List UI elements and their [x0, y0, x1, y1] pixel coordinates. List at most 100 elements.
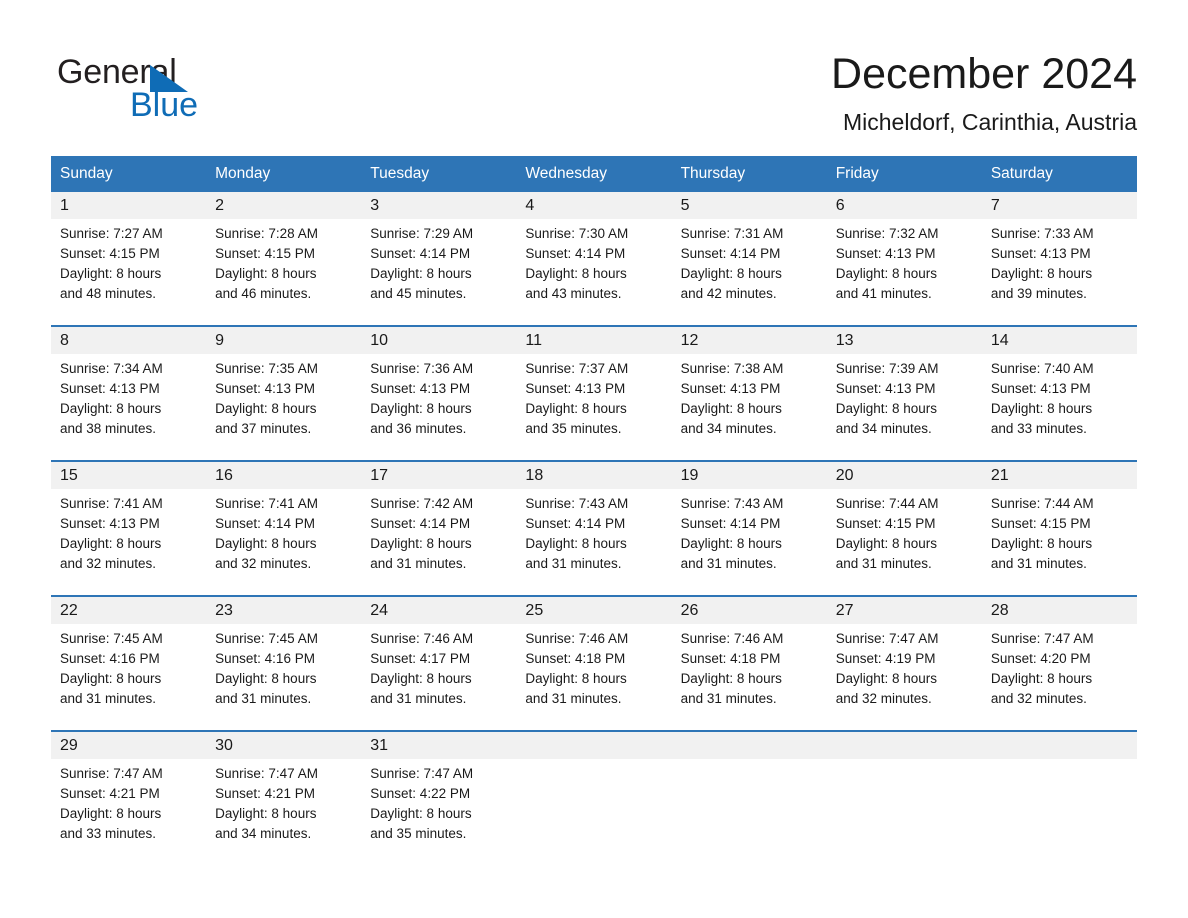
calendar-day-cell[interactable]: 16 Sunrise: 7:41 AM Sunset: 4:14 PM Dayligh…: [206, 460, 362, 596]
calendar-day-cell[interactable]: 22 Sunrise: 7:45 AM Sunset: 4:16 PM Dayligh…: [51, 595, 207, 731]
daylight-text-line1: Daylight: 8 hours: [835, 266, 938, 281]
day-details: Sunrise: 7:47 AM Sunset: 4:21 PM Daylight:…: [51, 759, 206, 844]
day-details: Sunrise: 7:37 AM Sunset: 4:13 PM Daylight:…: [516, 354, 671, 439]
sunrise-text: Sunrise: 7:47 AM: [215, 766, 318, 781]
calendar-day-cell[interactable]: 19 Sunrise: 7:43 AM Sunset: 4:14 PM Dayligh…: [671, 460, 827, 596]
day-number: 31: [361, 732, 517, 759]
calendar-day-cell[interactable]: 2 Sunrise: 7:28 AM Sunset: 4:15 PM Daylight…: [206, 192, 362, 326]
day-details: Sunrise: 7:36 AM Sunset: 4:13 PM Daylight:…: [361, 354, 516, 439]
day-details: Sunrise: 7:28 AM Sunset: 4:15 PM Daylight:…: [206, 219, 361, 304]
sunrise-text: Sunrise: 7:34 AM: [60, 361, 163, 376]
sunset-text: Sunset: 4:14 PM: [680, 246, 781, 261]
calendar-day-cell[interactable]: 7 Sunrise: 7:33 AM Sunset: 4:13 PM Daylight…: [981, 192, 1137, 326]
title-block: December 2024 Micheldorf, Carinthia, Aus…: [831, 48, 1137, 136]
sunset-text: Sunset: 4:15 PM: [60, 246, 160, 261]
location-subtitle: Micheldorf, Carinthia, Austria: [842, 109, 1137, 135]
daylight-text-line2: and 43 minutes.: [525, 286, 622, 301]
day-number: 1: [51, 192, 207, 219]
day-details: Sunrise: 7:44 AM Sunset: 4:15 PM Daylight:…: [982, 489, 1137, 574]
day-details: Sunrise: 7:34 AM Sunset: 4:13 PM Daylight:…: [51, 354, 206, 439]
daylight-text-line2: and 41 minutes.: [835, 286, 932, 301]
day-details: Sunrise: 7:43 AM Sunset: 4:14 PM Daylight:…: [516, 489, 671, 574]
sunset-text: Sunset: 4:18 PM: [680, 651, 781, 666]
calendar-day-cell[interactable]: 25 Sunrise: 7:46 AM Sunset: 4:18 PM Dayligh…: [516, 595, 672, 731]
day-details: Sunrise: 7:41 AM Sunset: 4:14 PM Daylight:…: [206, 489, 361, 574]
calendar-day-cell[interactable]: 27 Sunrise: 7:47 AM Sunset: 4:19 PM Dayligh…: [826, 595, 982, 731]
day-cell-inner: 9 Sunrise: 7:35 AM Sunset: 4:13 PM Daylight…: [206, 327, 362, 460]
daylight-text-line2: and 45 minutes.: [370, 286, 467, 301]
day-number: 20: [826, 462, 982, 489]
sunrise-text: Sunrise: 7:45 AM: [215, 631, 318, 646]
daylight-text-line1: Daylight: 8 hours: [215, 536, 317, 551]
calendar-day-cell[interactable]: 24 Sunrise: 7:46 AM Sunset: 4:17 PM Dayligh…: [361, 595, 517, 731]
calendar-day-cell[interactable]: 9 Sunrise: 7:35 AM Sunset: 4:13 PM Daylight…: [206, 325, 362, 461]
calendar-empty-cell: [516, 730, 672, 865]
calendar-day-cell[interactable]: 12 Sunrise: 7:38 AM Sunset: 4:13 PM Dayligh…: [671, 325, 827, 461]
sunset-text: Sunset: 4:18 PM: [525, 651, 626, 666]
day-number: 8: [51, 327, 207, 354]
calendar-day-cell[interactable]: 1 Sunrise: 7:27 AM Sunset: 4:15 PM Daylight…: [51, 192, 207, 326]
daylight-text-line2: and 31 minutes.: [525, 691, 622, 706]
calendar-day-cell[interactable]: 13 Sunrise: 7:39 AM Sunset: 4:13 PM Dayligh…: [826, 325, 982, 461]
daylight-text-line1: Daylight: 8 hours: [835, 401, 938, 416]
sunrise-text: Sunrise: 7:47 AM: [835, 631, 939, 646]
day-cell-inner: 17 Sunrise: 7:42 AM Sunset: 4:14 PM Dayligh…: [361, 462, 517, 595]
day-details: [516, 759, 671, 764]
day-cell-inner: 21 Sunrise: 7:44 AM Sunset: 4:15 PM Dayligh…: [981, 462, 1137, 595]
daylight-text-line2: and 31 minutes.: [60, 691, 157, 706]
calendar-day-cell[interactable]: 5 Sunrise: 7:31 AM Sunset: 4:14 PM Daylight…: [671, 192, 827, 326]
day-number: [671, 732, 827, 759]
calendar-day-cell[interactable]: 15 Sunrise: 7:41 AM Sunset: 4:13 PM Dayligh…: [51, 460, 207, 596]
calendar-day-cell[interactable]: 21 Sunrise: 7:44 AM Sunset: 4:15 PM Dayligh…: [981, 460, 1137, 596]
day-details: Sunrise: 7:41 AM Sunset: 4:13 PM Daylight:…: [51, 489, 206, 574]
calendar-day-cell[interactable]: 28 Sunrise: 7:47 AM Sunset: 4:20 PM Dayligh…: [981, 595, 1137, 731]
day-cell-inner: 14 Sunrise: 7:40 AM Sunset: 4:13 PM Dayligh…: [981, 327, 1137, 460]
sunset-text: Sunset: 4:22 PM: [370, 786, 471, 801]
daylight-text-line2: and 48 minutes.: [60, 286, 157, 301]
daylight-text-line1: Daylight: 8 hours: [60, 806, 162, 821]
calendar-day-cell[interactable]: 29 Sunrise: 7:47 AM Sunset: 4:21 PM Dayligh…: [51, 730, 207, 865]
day-number: 22: [51, 597, 207, 624]
daylight-text-line2: and 31 minutes.: [525, 556, 622, 571]
calendar-day-cell[interactable]: 6 Sunrise: 7:32 AM Sunset: 4:13 PM Daylight…: [826, 192, 982, 326]
sunset-text: Sunset: 4:14 PM: [525, 246, 626, 261]
day-details: Sunrise: 7:31 AM Sunset: 4:14 PM Daylight:…: [672, 219, 827, 304]
sunrise-text: Sunrise: 7:45 AM: [60, 631, 163, 646]
calendar-day-cell[interactable]: 3 Sunrise: 7:29 AM Sunset: 4:14 PM Daylight…: [361, 192, 517, 326]
calendar-day-cell[interactable]: 18 Sunrise: 7:43 AM Sunset: 4:14 PM Dayligh…: [516, 460, 672, 596]
daylight-text-line1: Daylight: 8 hours: [990, 536, 1093, 551]
calendar-week-row: 22 Sunrise: 7:45 AM Sunset: 4:16 PM Dayligh…: [51, 595, 1137, 731]
day-number: 29: [51, 732, 207, 759]
day-number: [826, 732, 982, 759]
calendar-day-cell[interactable]: 11 Sunrise: 7:37 AM Sunset: 4:13 PM Dayligh…: [516, 325, 672, 461]
sunset-text: Sunset: 4:13 PM: [835, 246, 936, 261]
day-number: 13: [826, 327, 982, 354]
calendar-table: Sunday Monday Tuesday Wednesday Thursday…: [51, 156, 1137, 865]
calendar-day-cell[interactable]: 30 Sunrise: 7:47 AM Sunset: 4:21 PM Dayligh…: [206, 730, 362, 865]
general-blue-logo[interactable]: General Blue: [57, 52, 357, 124]
day-cell-inner: 16 Sunrise: 7:41 AM Sunset: 4:14 PM Dayligh…: [206, 462, 362, 595]
day-number: 19: [671, 462, 827, 489]
calendar-day-cell[interactable]: 26 Sunrise: 7:46 AM Sunset: 4:18 PM Dayligh…: [671, 595, 827, 731]
daylight-text-line2: and 31 minutes.: [370, 556, 467, 571]
calendar-day-cell[interactable]: 10 Sunrise: 7:36 AM Sunset: 4:13 PM Dayligh…: [361, 325, 517, 461]
day-cell-inner: 19 Sunrise: 7:43 AM Sunset: 4:14 PM Dayligh…: [671, 462, 827, 595]
sunset-text: Sunset: 4:19 PM: [835, 651, 936, 666]
day-cell-inner: 20 Sunrise: 7:44 AM Sunset: 4:15 PM Dayligh…: [826, 462, 982, 595]
daylight-text-line1: Daylight: 8 hours: [680, 536, 782, 551]
calendar-day-cell[interactable]: 4 Sunrise: 7:30 AM Sunset: 4:14 PM Daylight…: [516, 192, 672, 326]
calendar-day-cell[interactable]: 31 Sunrise: 7:47 AM Sunset: 4:22 PM Dayligh…: [361, 730, 517, 865]
calendar-day-cell[interactable]: 14 Sunrise: 7:40 AM Sunset: 4:13 PM Dayligh…: [981, 325, 1137, 461]
daylight-text-line2: and 39 minutes.: [990, 286, 1087, 301]
calendar-day-cell[interactable]: 20 Sunrise: 7:44 AM Sunset: 4:15 PM Dayligh…: [826, 460, 982, 596]
day-cell-inner: 15 Sunrise: 7:41 AM Sunset: 4:13 PM Dayligh…: [51, 462, 207, 595]
sunset-text: Sunset: 4:13 PM: [680, 381, 781, 396]
daylight-text-line2: and 38 minutes.: [60, 421, 157, 436]
sunset-text: Sunset: 4:13 PM: [370, 381, 471, 396]
calendar-day-cell[interactable]: 23 Sunrise: 7:45 AM Sunset: 4:16 PM Dayligh…: [206, 595, 362, 731]
weekday-header-tuesday: Tuesday: [361, 156, 517, 192]
calendar-day-cell[interactable]: 8 Sunrise: 7:34 AM Sunset: 4:13 PM Daylight…: [51, 325, 207, 461]
calendar-day-cell[interactable]: 17 Sunrise: 7:42 AM Sunset: 4:14 PM Dayligh…: [361, 460, 517, 596]
daylight-text-line1: Daylight: 8 hours: [680, 671, 782, 686]
sunrise-text: Sunrise: 7:28 AM: [215, 226, 318, 241]
